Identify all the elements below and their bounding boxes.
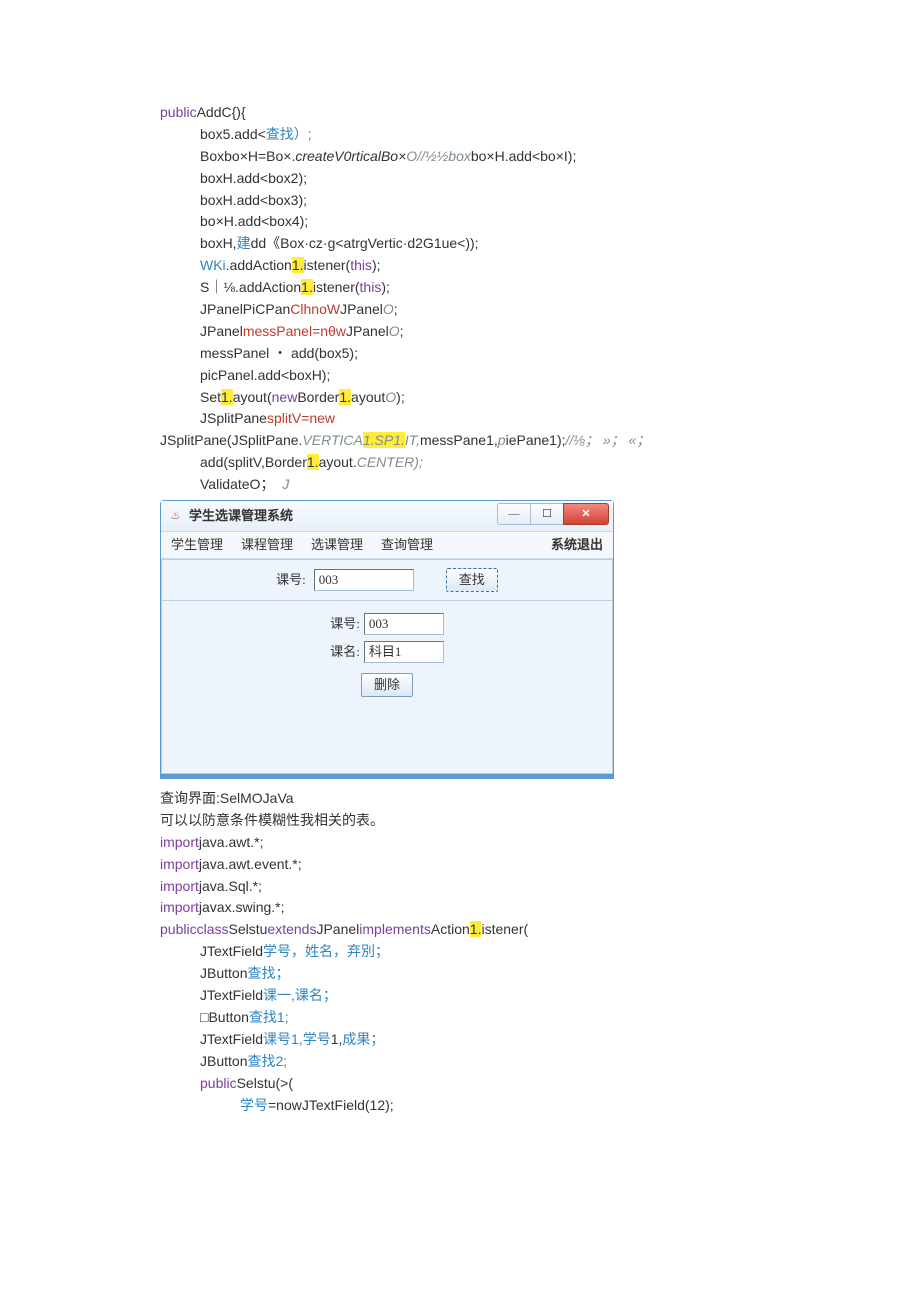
code-line: JPanelPiCPanClhnoWJPanelO;: [160, 300, 760, 319]
code-line: JSplitPanesplitV=new: [160, 409, 760, 428]
code-line: JTextField课号1,学号1,成果；: [160, 1030, 760, 1049]
code-line: importjava.Sql.*;: [160, 877, 760, 896]
maximize-button[interactable]: ☐: [530, 503, 563, 525]
course-id-input[interactable]: 003: [314, 569, 414, 591]
app-window: ♨ 学生选课管理系统 — ☐ ✕ 学生管理 课程管理 选课管理 查询管理 系统退…: [160, 500, 614, 779]
menu-bar: 学生管理 课程管理 选课管理 查询管理 系统退出: [161, 532, 613, 559]
code-line: 可以以防意条件模糊性我相关的表。: [160, 811, 760, 830]
code-line: bo×H.add<box4);: [160, 212, 760, 231]
menu-student[interactable]: 学生管理: [171, 536, 223, 554]
code-line: publicclassSelstuextendsJPanelimplements…: [160, 920, 760, 939]
code-line: S｜⅛.addAction1.istener(this);: [160, 278, 760, 297]
code-line: 学号=nowJTextField(12);: [160, 1096, 760, 1115]
code-line: publicAddC{){: [160, 103, 760, 122]
code-line: ValidateO； J: [160, 475, 760, 494]
code-line: picPanel.add<boxH);: [160, 366, 760, 385]
code-line: boxH.add<box2);: [160, 169, 760, 188]
code-line: publicSelstu(>(: [160, 1074, 760, 1093]
course-id-label: 课号:: [276, 571, 306, 589]
code-line: add(splitV,Border1.ayout.CENTER);: [160, 453, 760, 472]
minimize-button[interactable]: —: [497, 503, 530, 525]
code-line: box5.add<查找）;: [160, 125, 760, 144]
menu-query[interactable]: 查询管理: [381, 536, 433, 554]
result-course-id-input[interactable]: 003: [364, 613, 444, 635]
result-course-id-label: 课号:: [330, 615, 360, 633]
menu-course[interactable]: 课程管理: [241, 536, 293, 554]
close-button[interactable]: ✕: [563, 503, 609, 525]
menu-exit[interactable]: 系统退出: [551, 536, 603, 554]
code-line: boxH.add<box3);: [160, 191, 760, 210]
search-panel: 课号: 003 查找: [161, 559, 613, 601]
java-icon: ♨: [167, 508, 183, 524]
code-line: importjava.awt.*;: [160, 833, 760, 852]
code-line: importjava.awt.event.*;: [160, 855, 760, 874]
code-line: Boxbo×H=Bo×.createV0rticalBo×O//½½boxbo×…: [160, 147, 760, 166]
code-line: boxH,建dd《Box·cz·g<atrgVertic·d2G1ue<));: [160, 234, 760, 253]
delete-button[interactable]: 删除: [361, 673, 413, 697]
code-line: importjavax.swing.*;: [160, 898, 760, 917]
code-line: JButton查找2;: [160, 1052, 760, 1071]
code-line: JSplitPane(JSplitPane.VERTICA1.SP1.IT,me…: [160, 431, 760, 450]
code-line: WKi.addAction1.istener(this);: [160, 256, 760, 275]
result-course-name-label: 课名:: [330, 643, 360, 661]
result-course-name-input[interactable]: 科目1: [364, 641, 444, 663]
code-line: 查询界面:SelMOJaVa: [160, 789, 760, 808]
menu-select[interactable]: 选课管理: [311, 536, 363, 554]
code-line: JTextField学号，姓名，弃別；: [160, 942, 760, 961]
window-title: 学生选课管理系统: [189, 507, 293, 525]
window-titlebar[interactable]: ♨ 学生选课管理系统 — ☐ ✕: [161, 501, 613, 532]
code-line: JPanelmessPanel=nθwJPanelO;: [160, 322, 760, 341]
code-line: messPanel ・ add(box5);: [160, 344, 760, 363]
code-line: JButton查找；: [160, 964, 760, 983]
search-button[interactable]: 查找: [446, 568, 498, 592]
code-line: JTextField课一,课名；: [160, 986, 760, 1005]
code-line: □Button查找1;: [160, 1008, 760, 1027]
code-line: Set1.ayout(newBorder1.ayoutO);: [160, 388, 760, 407]
result-panel: 课号: 003 课名: 科目1 删除: [161, 601, 613, 774]
